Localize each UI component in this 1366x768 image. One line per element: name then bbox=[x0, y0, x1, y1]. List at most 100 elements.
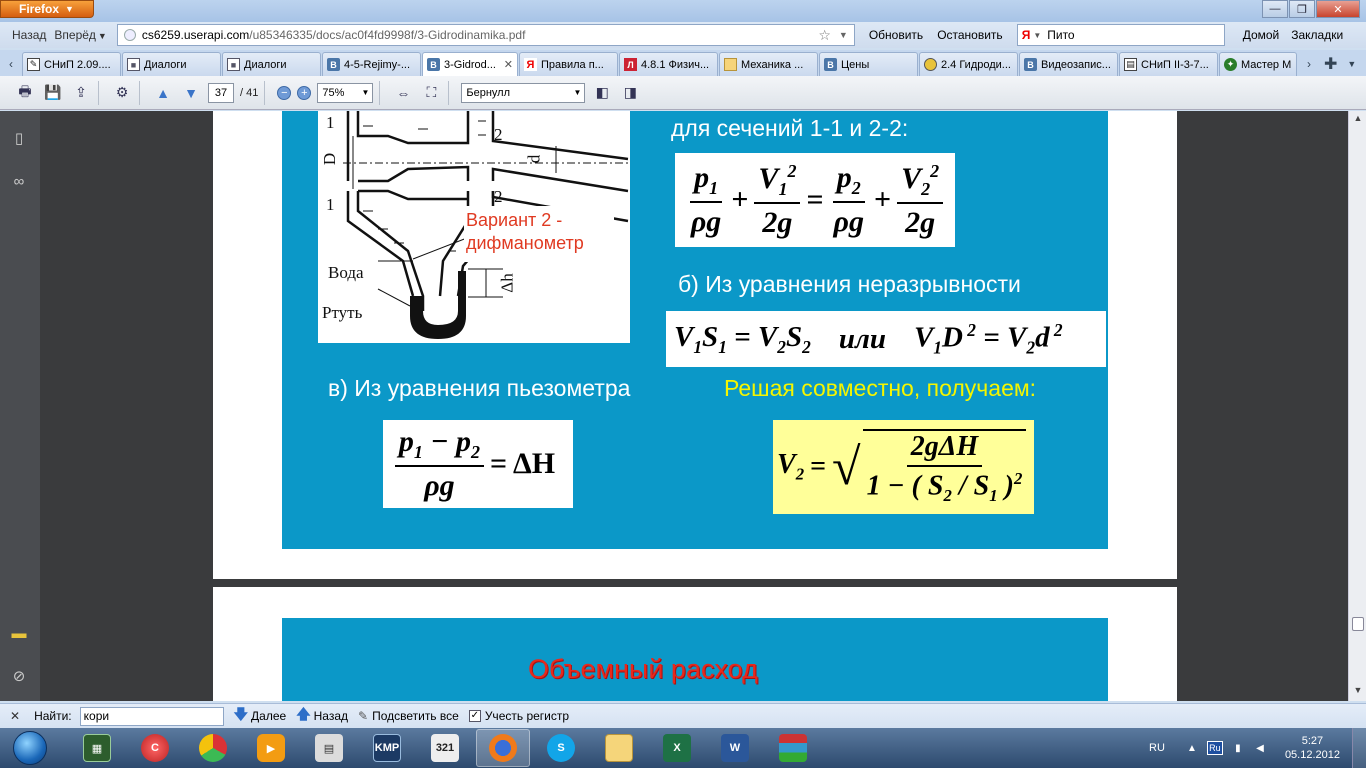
close-findbar-icon[interactable]: ✕ bbox=[10, 709, 20, 723]
tab[interactable]: В Видеозапис... bbox=[1019, 52, 1118, 76]
find-previous-button[interactable]: 🡅 Назад bbox=[296, 704, 348, 728]
back-button[interactable]: Назад bbox=[8, 28, 50, 42]
firefox-menu-button[interactable]: Firefox ▼ bbox=[0, 0, 94, 18]
solve-caption: Решая совместно, получаем: bbox=[724, 375, 1037, 401]
document-viewer[interactable]: 1 1 2 2 D d Δh Вода Ртуть Вариант 2 - ди… bbox=[40, 111, 1348, 701]
site-identity-icon[interactable] bbox=[123, 29, 136, 41]
tab[interactable]: ✦ Мастер М bbox=[1219, 52, 1297, 76]
tab[interactable]: ▤ СНиП II-3-7... bbox=[1119, 52, 1218, 76]
clock[interactable]: 5:27 05.12.2012 bbox=[1285, 734, 1340, 762]
search-engine-dropdown-icon[interactable]: ▼ bbox=[1033, 31, 1041, 40]
zoom-in-icon[interactable]: + bbox=[297, 85, 312, 100]
url-host: cs6259.userapi.com bbox=[141, 28, 250, 42]
tab-scroll-right-icon[interactable]: › bbox=[1298, 52, 1320, 76]
yandex-icon[interactable]: Я bbox=[1022, 28, 1031, 42]
tab[interactable]: Я Правила п... bbox=[519, 52, 618, 76]
stop-button[interactable]: Остановить bbox=[937, 28, 1003, 42]
taskbar-app[interactable]: ▦ bbox=[70, 729, 124, 767]
volume-icon[interactable]: ◀ bbox=[1253, 741, 1267, 755]
next-page-icon[interactable]: ▼ bbox=[180, 82, 202, 104]
tab-label: Диалоги bbox=[144, 58, 187, 71]
tab[interactable]: ✎ СНиП 2.09.... bbox=[22, 52, 121, 76]
previous-page-icon[interactable]: ▲ bbox=[152, 82, 174, 104]
scroll-thumb[interactable] bbox=[1352, 617, 1364, 631]
show-hidden-icons-icon[interactable]: ▲ bbox=[1185, 741, 1199, 755]
tab[interactable]: В Цены bbox=[819, 52, 918, 76]
tab[interactable]: ■ Диалоги bbox=[122, 52, 221, 76]
taskbar-app[interactable]: S bbox=[534, 729, 588, 767]
tab-active[interactable]: В 3-Gidrod... ✕ bbox=[422, 52, 518, 76]
tab[interactable]: В 4-5-Rejimy-... bbox=[322, 52, 421, 76]
home-button[interactable]: Домой bbox=[1243, 28, 1280, 42]
bookmark-star-icon[interactable]: ☆ bbox=[818, 27, 831, 44]
zoom-out-icon[interactable]: − bbox=[277, 85, 292, 100]
minimize-button[interactable]: — bbox=[1262, 0, 1288, 18]
refresh-button[interactable]: Обновить bbox=[869, 28, 923, 42]
fraction: V12 2g bbox=[754, 161, 801, 240]
taskbar-app-firefox[interactable] bbox=[476, 729, 530, 767]
scroll-down-icon[interactable]: ▼ bbox=[1351, 685, 1365, 699]
page-number-input[interactable]: 37 bbox=[208, 82, 234, 103]
find-next-icon[interactable]: ◨ bbox=[619, 82, 641, 104]
find-next-label: Далее bbox=[251, 709, 287, 723]
forward-button[interactable]: Вперёд ▼ bbox=[50, 28, 110, 42]
vertical-scrollbar[interactable]: ▲ ▼ bbox=[1348, 111, 1366, 701]
attachment-icon[interactable]: ⊘ bbox=[10, 667, 28, 685]
tab-label: СНиП 2.09.... bbox=[44, 58, 111, 71]
url-bar[interactable]: cs6259.userapi.com/u85346335/docs/ac0f4f… bbox=[116, 24, 855, 46]
close-window-button[interactable]: ✕ bbox=[1316, 0, 1360, 18]
search-input[interactable]: Пито bbox=[1047, 28, 1074, 42]
bookmarks-button[interactable]: Закладки bbox=[1291, 28, 1343, 42]
taskbar-app[interactable]: X bbox=[650, 729, 704, 767]
tab[interactable]: 2.4 Гидроди... bbox=[919, 52, 1018, 76]
close-tab-icon[interactable]: ✕ bbox=[504, 58, 513, 71]
result-formula: V2 = √ 2gΔH 1 − ( S2 / S1 )2 bbox=[773, 420, 1034, 514]
chevron-down-icon[interactable]: ▼ bbox=[98, 31, 107, 41]
save-icon[interactable]: 💾 bbox=[42, 82, 64, 104]
url-history-dropdown-icon[interactable]: ▼ bbox=[839, 30, 848, 40]
fit-width-icon[interactable]: ⇔ bbox=[392, 82, 414, 104]
find-previous-icon[interactable]: ◧ bbox=[591, 82, 613, 104]
start-button[interactable] bbox=[8, 728, 52, 768]
tab[interactable]: Механика ... bbox=[719, 52, 818, 76]
new-tab-icon[interactable]: ✚ bbox=[1324, 52, 1337, 76]
taskbar-app[interactable]: ▶ bbox=[244, 729, 298, 767]
fit-page-icon[interactable]: ⛶ bbox=[420, 82, 442, 104]
zoom-value: 75% bbox=[322, 86, 345, 99]
taskbar-app[interactable] bbox=[592, 729, 646, 767]
taskbar-app[interactable] bbox=[186, 729, 240, 767]
taskbar-app[interactable]: C bbox=[128, 729, 182, 767]
network-icon[interactable]: ▮ bbox=[1231, 741, 1245, 755]
share-icon[interactable]: ⇪ bbox=[70, 82, 92, 104]
tab[interactable]: Л 4.8.1 Физич... bbox=[619, 52, 718, 76]
continuity-formula: V1S1 = V2S2 или V1D 2 = V2d 2 bbox=[666, 311, 1106, 367]
binoculars-icon[interactable]: ∞ bbox=[10, 173, 28, 191]
zoom-select[interactable]: 75% ▼ bbox=[317, 82, 374, 103]
find-next-button[interactable]: 🡇 Далее bbox=[234, 704, 287, 728]
tab-label: Правила п... bbox=[541, 58, 604, 71]
print-icon[interactable]: 🖶 bbox=[14, 82, 36, 104]
tools-icon[interactable]: ⚙ bbox=[111, 82, 133, 104]
tab[interactable]: ■ Диалоги bbox=[222, 52, 321, 76]
taskbar-app[interactable]: W bbox=[708, 729, 762, 767]
checkbox-checked-icon[interactable]: ✓ bbox=[468, 710, 481, 722]
scroll-up-icon[interactable]: ▲ bbox=[1351, 113, 1365, 127]
show-desktop-button[interactable] bbox=[1352, 728, 1366, 768]
pdf-find-input[interactable]: Бернулл ▼ bbox=[461, 82, 586, 103]
tab-list-icon[interactable]: ▼ bbox=[1347, 52, 1356, 76]
search-bar[interactable]: Я ▼ Пито bbox=[1016, 24, 1225, 46]
taskbar-app[interactable]: KMP bbox=[360, 729, 414, 767]
keyboard-layout-badge[interactable]: Ru bbox=[1206, 741, 1223, 755]
taskbar-app[interactable]: 321 bbox=[418, 729, 472, 767]
restore-button[interactable]: ❐ bbox=[1289, 0, 1315, 18]
match-case-checkbox[interactable]: ✓ Учесть регистр bbox=[468, 709, 569, 723]
find-input[interactable]: кори bbox=[79, 706, 224, 726]
tab-scroll-left-icon[interactable]: ‹ bbox=[0, 52, 22, 76]
comments-icon[interactable]: ▬ bbox=[10, 625, 28, 643]
taskbar-app[interactable]: ▤ bbox=[302, 729, 356, 767]
language-indicator[interactable]: RU bbox=[1149, 742, 1165, 754]
pages-icon[interactable]: ▯ bbox=[10, 129, 28, 147]
chevron-down-icon: ▼ bbox=[573, 88, 582, 97]
taskbar-app[interactable] bbox=[766, 729, 820, 767]
highlight-all-button[interactable]: ✎ Подсветить все bbox=[358, 709, 459, 723]
